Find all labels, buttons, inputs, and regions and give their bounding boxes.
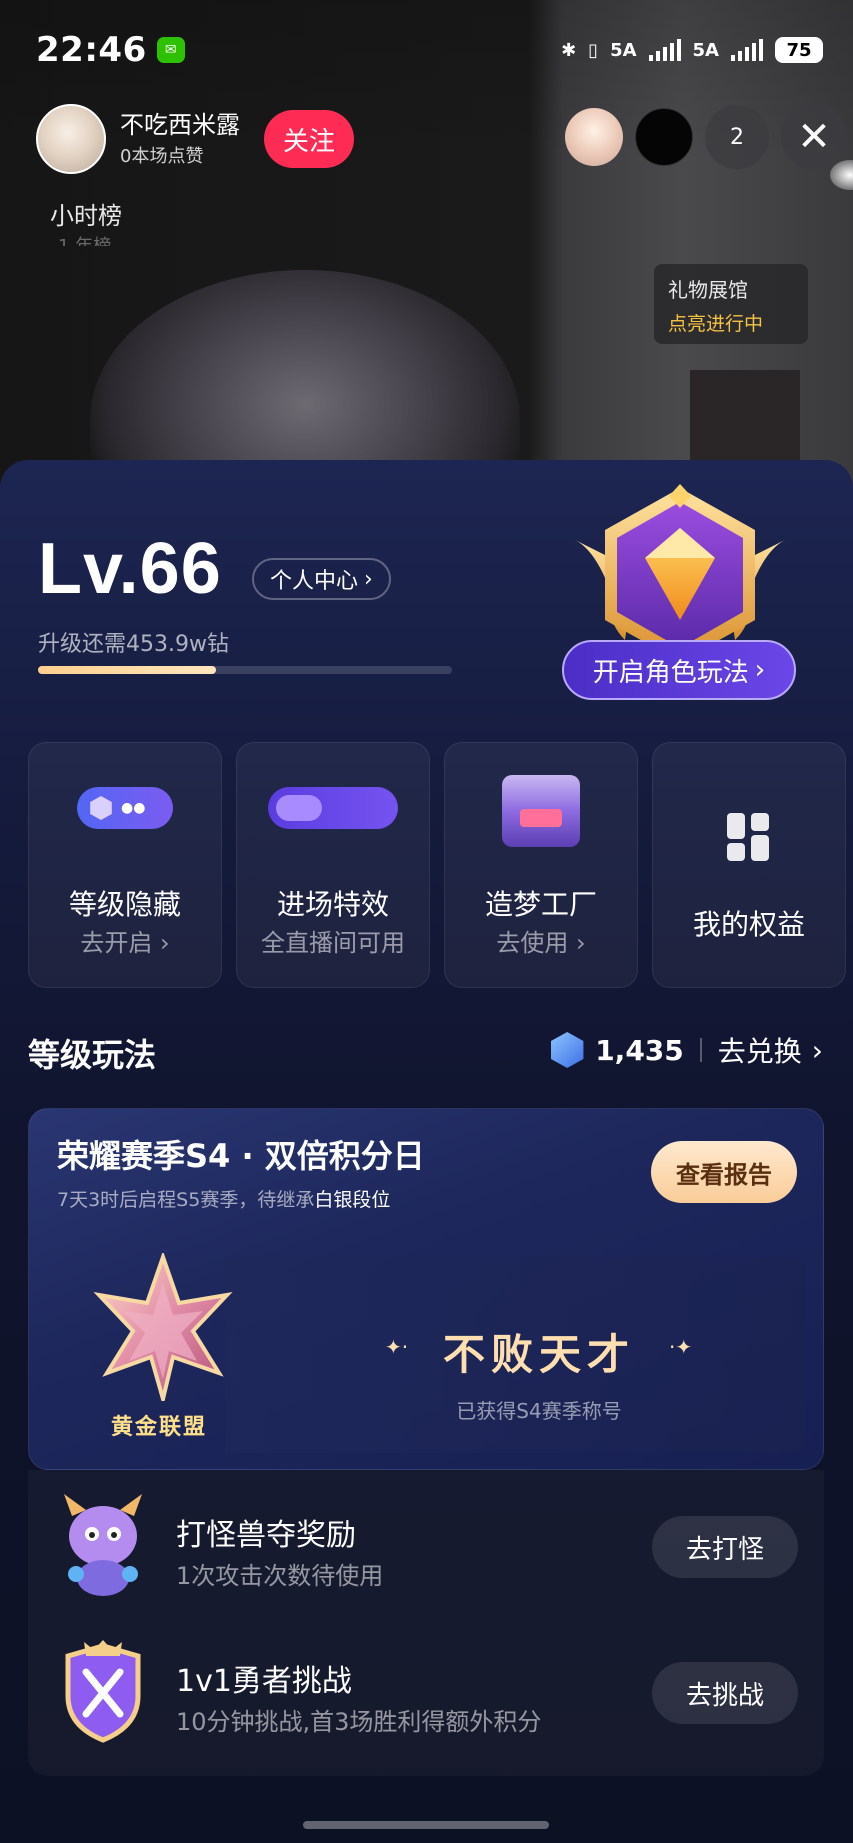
signal-2-icon <box>731 39 763 61</box>
task-title: 1v1勇者挑战 <box>176 1664 352 1699</box>
gift-hall-title: 礼物展馆 <box>668 278 748 302</box>
season-title-desc: 已获得S4赛季称号 <box>456 1399 622 1423</box>
divider <box>699 1038 702 1062</box>
chevron-right-icon[interactable]: › <box>812 1034 823 1067</box>
wechat-notification-icon: ✉ <box>156 37 185 63</box>
host-avatar[interactable] <box>36 104 106 174</box>
feature-card-my-benefits[interactable]: 我的权益 <box>652 742 846 988</box>
task-duel: 1v1勇者挑战 10分钟挑战,首3场胜利得额外积分 去挑战 <box>28 1616 824 1756</box>
task-monster: 打怪兽夺奖励 1次攻击次数待使用 去打怪 <box>28 1470 824 1610</box>
host-header: 不吃西米露 0本场点赞 关注 <box>36 104 354 174</box>
vibrate-icon: ▯ <box>588 39 599 61</box>
close-icon[interactable]: ✕ <box>781 104 847 170</box>
viewer-row: 2 ✕ <box>565 104 847 170</box>
view-report-button[interactable]: 查看报告 <box>651 1141 797 1203</box>
feature-cards: ●● 等级隐藏 去开启 › 进场特效 全直播间可用 造梦工厂 去使用 › 我的权… <box>28 742 846 988</box>
diamond-balance: 1,435 去兑换 › <box>549 1030 823 1070</box>
gift-hall-card[interactable]: 礼物展馆 点亮进行中 <box>654 264 808 344</box>
feature-title: 等级隐藏 <box>68 888 181 921</box>
hour-rank-sub: 1 年榜 <box>58 232 111 246</box>
bluetooth-icon: ✱ <box>561 39 577 61</box>
task-sub: 10分钟挑战,首3场胜利得额外积分 <box>176 1708 542 1736</box>
monster-icon <box>64 1494 142 1596</box>
host-name: 不吃西米露 <box>120 111 240 139</box>
level-sheet: Lv.66 个人中心 › 升级还需453.9w钻 开启角色玩法 › ●● 等级隐… <box>0 460 853 1843</box>
chevron-right-icon: › <box>364 566 373 592</box>
feature-card-level-hide[interactable]: ●● 等级隐藏 去开启 › <box>28 742 222 988</box>
personal-center-button[interactable]: 个人中心 › <box>252 558 391 600</box>
feature-card-dream-factory[interactable]: 造梦工厂 去使用 › <box>444 742 638 988</box>
section-title: 等级玩法 <box>28 1036 157 1074</box>
hour-rank-label[interactable]: 小时榜 <box>50 196 122 231</box>
sparkle-icon: ✦· <box>385 1335 409 1359</box>
level-progress-fill <box>38 666 216 674</box>
network-1-label: 5A <box>610 39 637 61</box>
feature-sub: 全直播间可用 <box>261 929 405 957</box>
season-title-name: 不败天才 <box>442 1330 635 1379</box>
season-title: 荣耀赛季S4 · 双倍积分日 <box>57 1137 425 1175</box>
feature-card-entry-effect[interactable]: 进场特效 全直播间可用 <box>236 742 430 988</box>
task-sub: 1次攻击次数待使用 <box>176 1562 384 1590</box>
dream-factory-icon <box>502 775 580 859</box>
diamond-icon <box>551 1032 584 1068</box>
feature-title: 造梦工厂 <box>484 888 597 921</box>
challenge-button[interactable]: 去挑战 <box>652 1662 798 1724</box>
viewer-avatar[interactable] <box>565 108 623 166</box>
chevron-right-icon: › <box>754 655 766 685</box>
diamond-count: 1,435 <box>595 1033 684 1067</box>
feature-title: 进场特效 <box>276 888 389 921</box>
season-inherit-rank: 白银段位 <box>314 1189 391 1211</box>
exchange-link[interactable]: 去兑换 <box>718 1030 802 1070</box>
host-likes: 0本场点赞 <box>120 146 204 167</box>
role-play-label: 开启角色玩法 <box>592 657 749 688</box>
host-info[interactable]: 不吃西米露 0本场点赞 <box>120 110 240 168</box>
season-card: 荣耀赛季S4 · 双倍积分日 7天3时后启程S5赛季，待继承白银段位 查看报告 … <box>28 1108 824 1470</box>
viewer-avatar[interactable] <box>635 108 693 166</box>
home-indicator[interactable] <box>303 1821 549 1829</box>
follow-button[interactable]: 关注 <box>264 110 354 168</box>
gold-league-star-icon <box>93 1253 233 1401</box>
fight-monster-button[interactable]: 去打怪 <box>652 1516 798 1578</box>
feature-sub: 去开启 › <box>80 929 170 957</box>
level-hide-icon: ●● <box>77 787 173 829</box>
sparkle-icon: ·✦ <box>669 1335 693 1359</box>
role-play-button[interactable]: 开启角色玩法 › <box>562 640 796 700</box>
task-title: 打怪兽夺奖励 <box>176 1518 356 1553</box>
feature-title: 我的权益 <box>692 908 805 941</box>
gift-hall-status: 点亮进行中 <box>668 313 764 335</box>
signal-1-icon <box>648 39 681 61</box>
entry-effect-icon <box>268 787 398 829</box>
season-sub: 7天3时后启程S5赛季，待继承白银段位 <box>57 1189 391 1211</box>
level-title: Lv.66 <box>38 529 222 609</box>
status-bar: 22:46 ✉ ✱ ▯ 5A 5A 75 <box>36 28 823 72</box>
personal-center-label: 个人中心 <box>270 569 359 594</box>
rank-label: 黄金联盟 <box>111 1415 208 1440</box>
grid-icon <box>727 787 771 861</box>
battery-icon: 75 <box>775 37 823 63</box>
upgrade-requirement: 升级还需453.9w钻 <box>38 632 229 657</box>
live-video-background <box>0 0 853 520</box>
status-time: 22:46 <box>36 30 147 70</box>
feature-sub: 去使用 › <box>496 929 586 957</box>
network-2-label: 5A <box>692 39 719 61</box>
viewer-count-button[interactable]: 2 <box>705 105 769 169</box>
task-list: 打怪兽夺奖励 1次攻击次数待使用 去打怪 1v1勇者挑战 10分钟挑战,首3场胜… <box>28 1470 824 1776</box>
crossed-swords-shield-icon <box>65 1640 141 1743</box>
